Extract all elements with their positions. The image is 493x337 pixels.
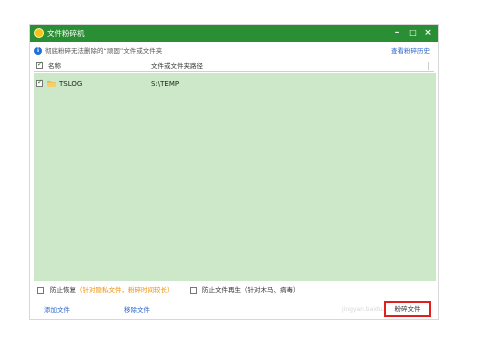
footer-bar: 添加文件 移除文件 jingyan.baidu.com 粉碎文件 (30, 301, 438, 319)
maximize-button[interactable]: □ (406, 27, 420, 39)
view-history-link[interactable]: 查看粉碎历史 (391, 46, 430, 56)
file-shredder-window: 文件粉碎机 – □ × i 彻底粉碎无法删除的“顽固”文件或文件夹 查看粉碎历史… (29, 24, 439, 320)
prevent-recovery-checkbox[interactable] (37, 287, 44, 294)
remove-file-link[interactable]: 移除文件 (124, 305, 150, 315)
minimize-button[interactable]: – (390, 27, 404, 39)
options-bar: 防止恢复（针对隐私文件，粉碎时间较长） 防止文件再生（针对木马、病毒） (34, 285, 436, 297)
close-button[interactable]: × (421, 27, 435, 39)
prevent-regen-label[interactable]: 防止文件再生（针对木马、病毒） (202, 285, 300, 296)
file-name: TSLOG (59, 80, 83, 88)
shredder-app-icon (34, 28, 44, 38)
prevent-recovery-text: 防止恢复 (50, 286, 76, 294)
prevent-regen-checkbox[interactable] (190, 287, 197, 294)
add-file-link[interactable]: 添加文件 (44, 305, 70, 315)
row-checkbox[interactable] (36, 78, 43, 87)
list-item[interactable]: TSLOG S:\TEMP (34, 78, 436, 89)
select-all-checkbox[interactable] (36, 60, 43, 69)
prevent-recovery-note: （针对隐私文件，粉碎时间较长） (76, 286, 174, 294)
column-header: 名称 文件或文件夹路径 (34, 60, 434, 72)
info-icon: i (34, 47, 42, 55)
folder-icon (47, 81, 56, 87)
info-text: 彻底粉碎无法删除的“顽固”文件或文件夹 (45, 47, 163, 55)
shred-file-button[interactable]: 粉碎文件 (384, 301, 431, 317)
prevent-recovery-label[interactable]: 防止恢复（针对隐私文件，粉碎时间较长） (50, 285, 174, 296)
file-list[interactable]: TSLOG S:\TEMP (34, 73, 436, 281)
window-title: 文件粉碎机 (47, 29, 85, 38)
info-bar: i 彻底粉碎无法删除的“顽固”文件或文件夹 查看粉碎历史 (30, 44, 438, 58)
column-name-header[interactable]: 名称 (48, 61, 61, 71)
file-path: S:\TEMP (151, 80, 180, 88)
column-divider[interactable] (428, 62, 429, 70)
title-bar[interactable]: 文件粉碎机 – □ × (30, 25, 438, 42)
column-path-header[interactable]: 文件或文件夹路径 (151, 61, 203, 71)
